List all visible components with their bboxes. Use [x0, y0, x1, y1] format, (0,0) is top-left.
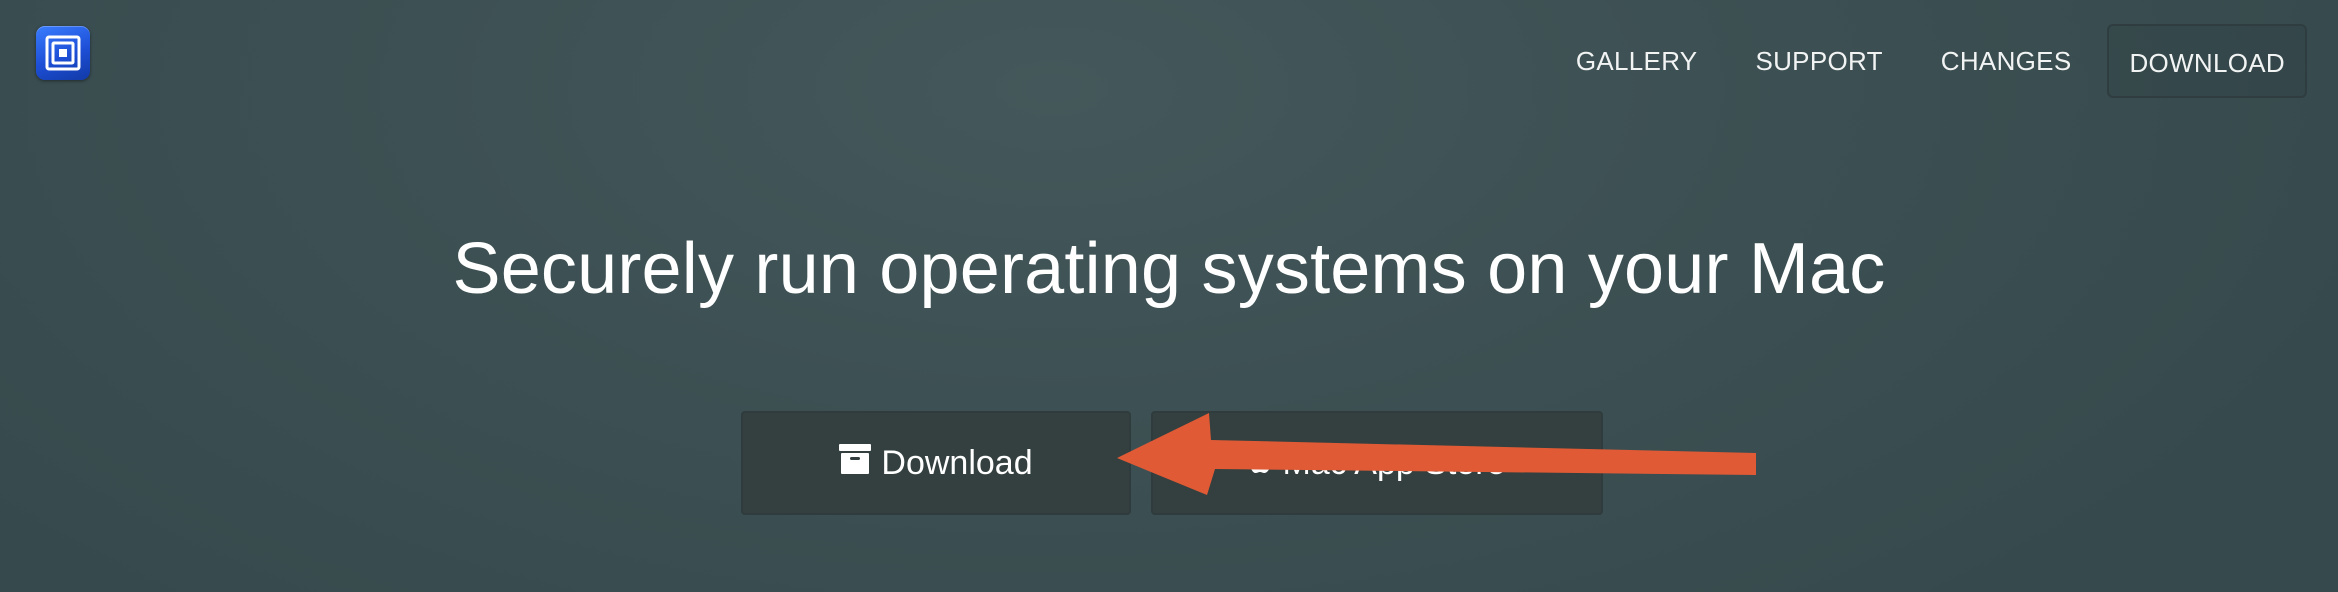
main-nav: GALLERY SUPPORT CHANGES DOWNLOAD: [1547, 24, 2307, 98]
mac-app-store-button[interactable]: Mac App Store: [1151, 411, 1603, 515]
download-button-label: Download: [881, 443, 1033, 482]
mac-app-store-button-label: Mac App Store: [1282, 443, 1506, 482]
page: GALLERY SUPPORT CHANGES DOWNLOAD Securel…: [0, 0, 2338, 592]
apple-icon: [1248, 444, 1272, 483]
archive-box-icon: [839, 443, 872, 483]
hero-headline: Securely run operating systems on your M…: [452, 229, 1886, 309]
nav-download-button[interactable]: DOWNLOAD: [2107, 24, 2307, 98]
download-button[interactable]: Download: [741, 411, 1131, 515]
nav-link-gallery[interactable]: GALLERY: [1547, 24, 1727, 98]
nav-link-support[interactable]: SUPPORT: [1726, 24, 1911, 98]
app-logo-icon[interactable]: [36, 26, 90, 80]
nav-link-changes[interactable]: CHANGES: [1912, 24, 2101, 98]
